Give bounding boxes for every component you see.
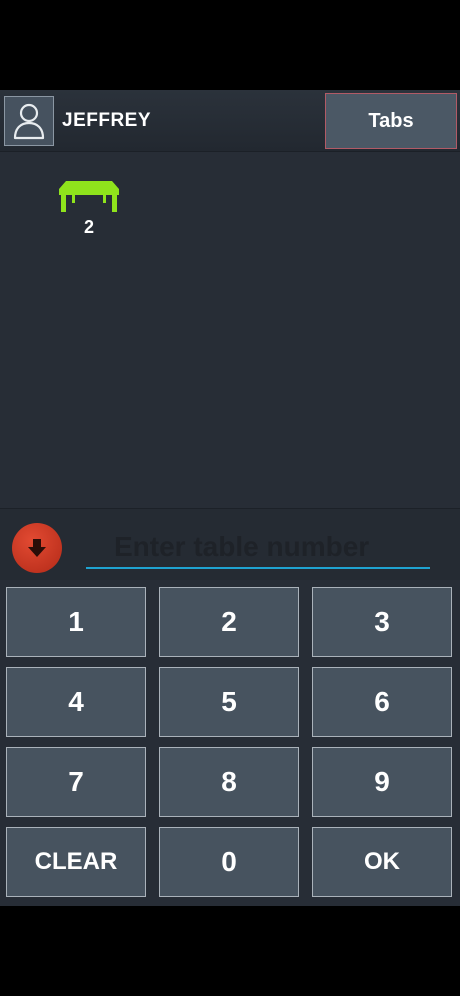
table-number-label: 2: [83, 217, 94, 237]
user-icon: [13, 103, 45, 140]
table-2[interactable]: 2: [58, 179, 120, 239]
key-4[interactable]: 4: [6, 667, 146, 737]
key-3[interactable]: 3: [312, 587, 452, 657]
header-bar: JEFFREY Tabs: [0, 90, 460, 152]
app-window: JEFFREY Tabs 2 1 2 3 4: [0, 90, 460, 906]
arrow-down-icon: [28, 539, 46, 557]
user-avatar[interactable]: [4, 96, 54, 146]
table-icon: [59, 181, 119, 212]
collapse-keypad-button[interactable]: [12, 523, 62, 573]
user-name: JEFFREY: [62, 110, 152, 131]
key-0[interactable]: 0: [159, 827, 299, 897]
tabs-button[interactable]: Tabs: [325, 93, 457, 149]
ok-button[interactable]: OK: [312, 827, 452, 897]
key-7[interactable]: 7: [6, 747, 146, 817]
key-8[interactable]: 8: [159, 747, 299, 817]
key-5[interactable]: 5: [159, 667, 299, 737]
key-2[interactable]: 2: [159, 587, 299, 657]
numeric-keypad: 1 2 3 4 5 6 7 8 9 CLEAR 0 OK: [6, 587, 454, 899]
key-9[interactable]: 9: [312, 747, 452, 817]
table-floor: 2: [0, 152, 460, 508]
key-1[interactable]: 1: [6, 587, 146, 657]
table-entry-bar: [0, 508, 460, 580]
table-number-input[interactable]: [86, 527, 430, 569]
key-6[interactable]: 6: [312, 667, 452, 737]
clear-button[interactable]: CLEAR: [6, 827, 146, 897]
